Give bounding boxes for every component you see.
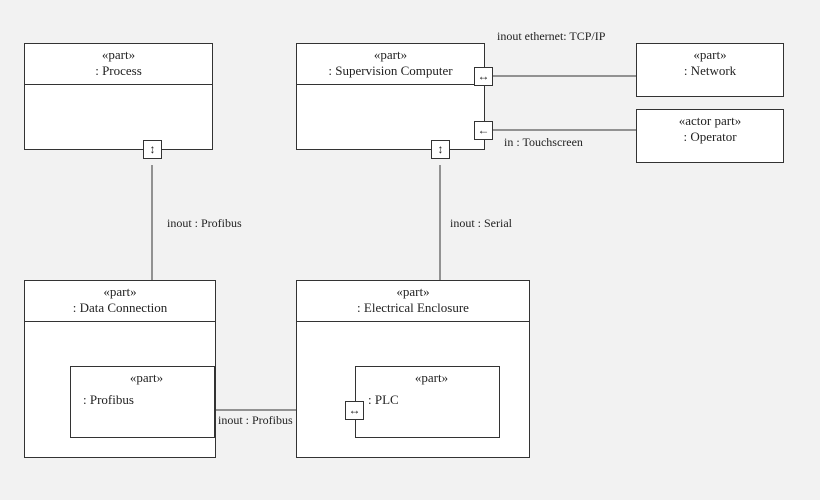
- box-operator-header: «actor part» : Operator: [637, 110, 783, 150]
- name-label: : Data Connection: [29, 300, 211, 316]
- label-profibus2: inout : Profibus: [218, 413, 293, 428]
- port-super-touch: ←: [474, 121, 493, 140]
- box-plc-inner-header: «part» : PLC: [356, 367, 499, 413]
- label-ethernet: inout ethernet: TCP/IP: [497, 29, 605, 44]
- label-serial: inout : Serial: [450, 216, 512, 231]
- stereo-label: «part»: [301, 284, 525, 300]
- box-profibus-inner-header: «part» : Profibus: [71, 367, 214, 413]
- stereo-label: «part»: [29, 47, 208, 63]
- box-plc-inner: «part» : PLC: [355, 366, 500, 438]
- name-label: : Profibus: [83, 386, 210, 408]
- name-label: : Supervision Computer: [301, 63, 480, 79]
- label-touchscreen: in : Touchscreen: [504, 135, 583, 150]
- box-supervision-header: «part» : Supervision Computer: [297, 44, 484, 85]
- box-dataconn-header: «part» : Data Connection: [25, 281, 215, 322]
- port-plc-profibus: ↔: [345, 401, 364, 420]
- name-label: : Operator: [641, 129, 779, 145]
- stereo-label: «part»: [301, 47, 480, 63]
- box-supervision: «part» : Supervision Computer: [296, 43, 485, 150]
- name-label: : Network: [641, 63, 779, 79]
- stereo-label: «part»: [368, 370, 495, 386]
- port-super-serial: ↕: [431, 140, 450, 159]
- box-process-header: «part» : Process: [25, 44, 212, 85]
- box-operator: «actor part» : Operator: [636, 109, 784, 163]
- stereo-label: «actor part»: [641, 113, 779, 129]
- stereo-label: «part»: [641, 47, 779, 63]
- box-network-header: «part» : Network: [637, 44, 783, 84]
- label-profibus1: inout : Profibus: [167, 216, 242, 231]
- arrow-left-icon: ←: [478, 123, 490, 138]
- port-super-ethernet: ↔: [474, 67, 493, 86]
- box-network: «part» : Network: [636, 43, 784, 97]
- box-process: «part» : Process: [24, 43, 213, 150]
- bidir-horiz-icon: ↔: [349, 403, 361, 418]
- bidir-vert-icon: ↕: [438, 142, 444, 157]
- port-process: ↕: [143, 140, 162, 159]
- box-elecenc-header: «part» : Electrical Enclosure: [297, 281, 529, 322]
- name-label: : Process: [29, 63, 208, 79]
- bidir-horiz-icon: ↔: [478, 69, 490, 84]
- stereo-label: «part»: [29, 284, 211, 300]
- name-label: : Electrical Enclosure: [301, 300, 525, 316]
- stereo-label: «part»: [83, 370, 210, 386]
- bidir-vert-icon: ↕: [150, 142, 156, 157]
- name-label: : PLC: [368, 386, 495, 408]
- box-profibus-inner: «part» : Profibus: [70, 366, 215, 438]
